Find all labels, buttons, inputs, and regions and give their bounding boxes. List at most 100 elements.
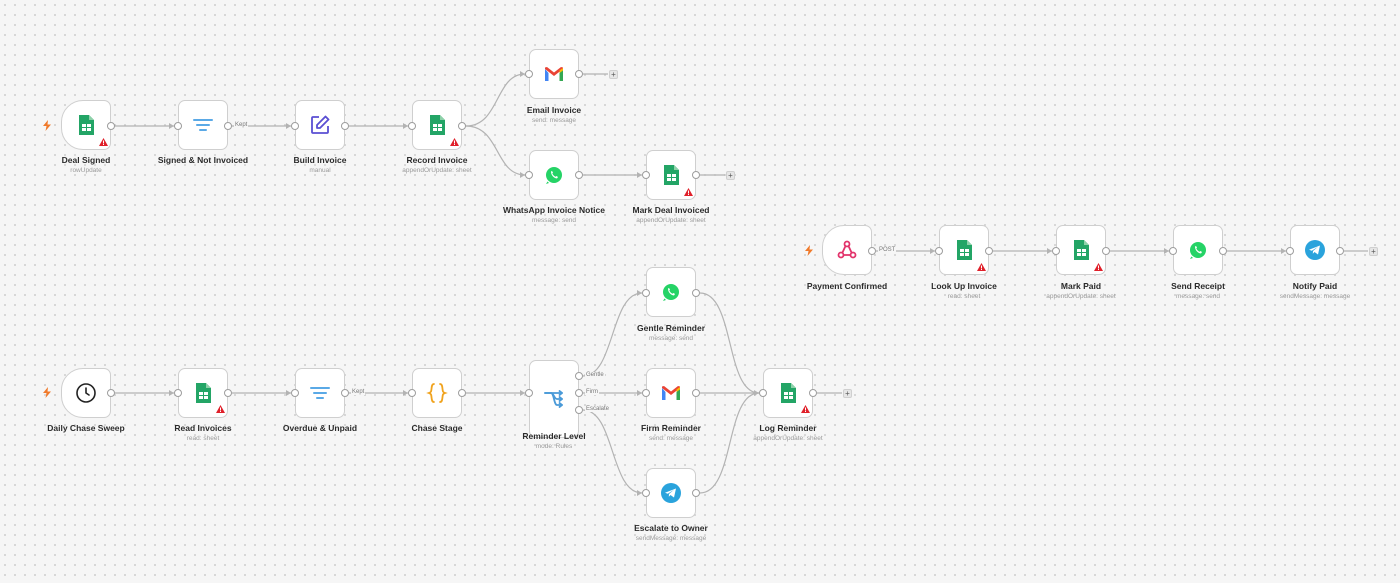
node-title: Record Invoice [406, 155, 468, 165]
whatsapp-icon [1190, 242, 1206, 259]
input-port[interactable] [642, 171, 650, 179]
input-port[interactable] [174, 122, 182, 130]
output-port[interactable] [458, 389, 466, 397]
google-sheets-icon [664, 165, 679, 185]
payment-confirmed-node[interactable] [822, 225, 872, 275]
clock-icon [76, 383, 96, 403]
webhook-icon [837, 240, 857, 259]
input-port[interactable] [1169, 247, 1177, 255]
build-invoice-node[interactable] [295, 100, 345, 150]
gentle-reminder-node[interactable] [646, 267, 696, 317]
edit-icon [311, 115, 330, 134]
output-port[interactable] [575, 171, 583, 179]
input-port[interactable] [525, 389, 533, 397]
node-subtitle: send: message [531, 117, 577, 124]
output-port[interactable] [1336, 247, 1344, 255]
input-port[interactable] [935, 247, 943, 255]
output-port[interactable] [575, 70, 583, 78]
output-port[interactable] [1219, 247, 1227, 255]
output-port[interactable] [341, 389, 349, 397]
input-port[interactable] [291, 122, 299, 130]
add-node-button[interactable]: + [843, 389, 852, 398]
node-title: Escalate to Owner [634, 523, 708, 533]
notify-paid-node[interactable] [1290, 225, 1340, 275]
reminder-level-node[interactable] [529, 360, 579, 438]
warning-icon [801, 405, 810, 413]
warning-icon [216, 405, 225, 413]
signed-not-invoiced-node[interactable] [178, 100, 228, 150]
warning-icon [684, 188, 693, 196]
output-port-gentle[interactable] [575, 372, 583, 380]
add-node-button[interactable]: + [609, 70, 618, 79]
overdue-unpaid-node[interactable] [295, 368, 345, 418]
google-sheets-icon [196, 383, 211, 403]
output-label-firm: Firm [585, 389, 599, 395]
output-port[interactable] [224, 122, 232, 130]
node-title: Notify Paid [1292, 281, 1338, 291]
output-port[interactable] [224, 389, 232, 397]
firm-reminder-node[interactable] [646, 368, 696, 418]
input-port[interactable] [642, 489, 650, 497]
input-port[interactable] [759, 389, 767, 397]
warning-icon [99, 138, 108, 146]
whatsapp-icon [546, 167, 562, 184]
filter-icon [310, 387, 330, 399]
node-subtitle: rowUpdate [70, 167, 102, 174]
input-port[interactable] [1052, 247, 1060, 255]
escalate-to-owner-node[interactable] [646, 468, 696, 518]
output-port[interactable] [692, 171, 700, 179]
input-port[interactable] [525, 70, 533, 78]
output-port[interactable] [341, 122, 349, 130]
google-sheets-icon [781, 383, 796, 403]
whatsapp-invoice-notice-node[interactable] [529, 150, 579, 200]
lightning-icon [805, 245, 813, 256]
whatsapp-icon [663, 284, 679, 301]
output-port[interactable] [692, 389, 700, 397]
input-port[interactable] [408, 122, 416, 130]
input-port[interactable] [642, 289, 650, 297]
output-port[interactable] [107, 389, 115, 397]
telegram-icon [661, 483, 681, 503]
output-port[interactable] [985, 247, 993, 255]
input-port[interactable] [1286, 247, 1294, 255]
node-subtitle: sendMessage: message [635, 535, 707, 542]
warning-icon [1094, 263, 1103, 271]
node-title: Gentle Reminder [636, 323, 706, 333]
lightning-icon [43, 120, 51, 131]
output-port[interactable] [692, 289, 700, 297]
node-title: Log Reminder [759, 423, 817, 433]
output-port[interactable] [1102, 247, 1110, 255]
daily-chase-sweep-node[interactable] [61, 368, 111, 418]
output-port-firm[interactable] [575, 389, 583, 397]
input-port[interactable] [408, 389, 416, 397]
output-port-escalate[interactable] [575, 406, 583, 414]
code-braces-icon [426, 383, 448, 403]
input-port[interactable] [291, 389, 299, 397]
input-port[interactable] [174, 389, 182, 397]
gmail-icon [545, 67, 563, 81]
filter-icon [193, 119, 213, 131]
google-sheets-icon [957, 240, 972, 260]
output-port[interactable] [692, 489, 700, 497]
email-invoice-node[interactable] [529, 49, 579, 99]
input-port[interactable] [525, 171, 533, 179]
node-subtitle: appendOrUpdate: sheet [402, 167, 472, 174]
chase-stage-node[interactable] [412, 368, 462, 418]
output-port[interactable] [107, 122, 115, 130]
send-receipt-node[interactable] [1173, 225, 1223, 275]
output-port[interactable] [458, 122, 466, 130]
edge-label-kept: Kept [351, 389, 366, 395]
add-node-button[interactable]: + [726, 171, 735, 180]
lightning-icon [43, 387, 51, 398]
add-node-button[interactable]: + [1369, 247, 1378, 256]
connection-wires [115, 71, 1368, 496]
telegram-icon [1305, 240, 1325, 260]
output-port[interactable] [868, 247, 876, 255]
edge-label-kept: Kept [234, 122, 249, 128]
output-port[interactable] [809, 389, 817, 397]
node-subtitle: sendMessage: message [1279, 293, 1351, 300]
input-port[interactable] [642, 389, 650, 397]
google-sheets-icon [1074, 240, 1089, 260]
edge-label-post: POST [878, 247, 897, 253]
node-subtitle: appendOrUpdate: sheet [753, 435, 823, 442]
